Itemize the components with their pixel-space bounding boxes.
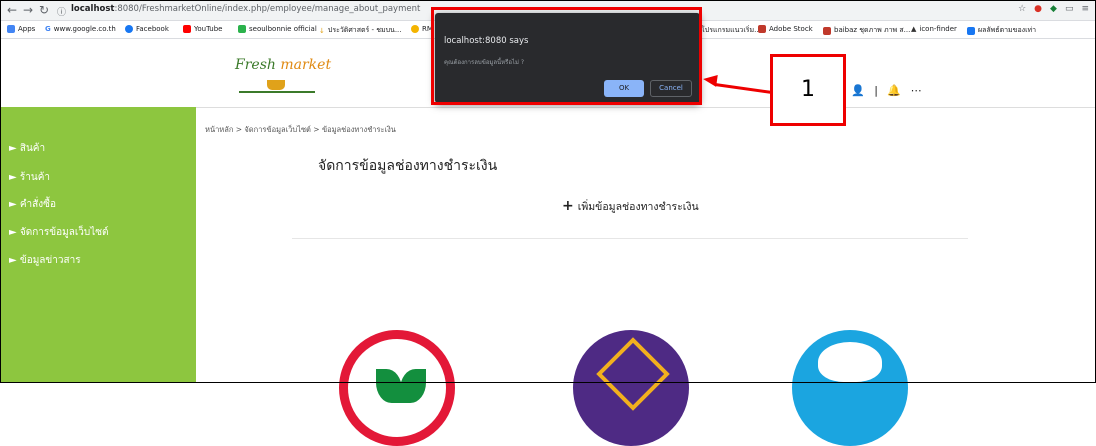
bookmark-history[interactable]: ↓ ประวัติศาสตร์ - ชมบน... [319,25,402,36]
bookmark-youtube[interactable]: YouTube [183,25,222,33]
scb-emblem-icon [596,337,670,411]
page-title: จัดการข้อมูลช่องทางชำระเงิน [318,158,498,174]
apps-icon [7,25,15,33]
facebook-icon [125,25,133,33]
kasikorn-bank-logo[interactable] [339,330,455,446]
sidebar-item-products[interactable]: ► สินค้า [9,141,45,156]
header-user-icons[interactable]: 👤 | 🔔 ⋯ [851,84,925,97]
info-icon[interactable]: ⓘ [57,5,66,18]
sidebar-item-shops[interactable]: ► ร้านค้า [9,170,50,185]
sidebar-item-orders[interactable]: ► คำสั่งซื้อ [9,197,56,212]
adobe-stock-icon [758,25,766,33]
star-icon[interactable]: ☆ [1018,4,1026,14]
krungthai-bank-logo[interactable] [792,330,908,446]
bookmark-misc[interactable]: ผลลัพธ์ตามของเท่า [967,25,1036,36]
plus-icon: + [562,198,574,214]
annotation-callout: 1 [770,54,846,126]
bookmark-seoulbonnie[interactable]: seoulbonnie official [238,25,317,33]
youtube-icon [183,25,191,33]
rm-icon [411,25,419,33]
baibaz-icon [823,26,831,35]
leaf-icon [400,369,426,403]
extension-green-icon[interactable]: ◆ [1050,4,1057,14]
forward-icon[interactable]: → [23,3,33,17]
bookmark-program[interactable]: โปรแกรมแนวเริ่ม... [701,25,761,36]
bookmark-icon-finder[interactable]: ▲ icon-finder [911,25,957,33]
bookmark-history-icon: ↓ [319,26,325,35]
sidebar-item-manage-website[interactable]: ► จัดการข้อมูลเว็บไซต์ [9,225,109,240]
fresh-market-logo[interactable]: Fresh market [229,53,331,99]
breadcrumb[interactable]: หน้าหลัก > จัดการข้อมูลเว็บไซต์ > ข้อมูล… [205,124,396,136]
cast-icon[interactable]: ▭ [1065,4,1074,14]
ktb-emblem-icon [818,342,882,382]
sidebar-item-news[interactable]: ► ข้อมูลข่าวสาร [9,253,81,268]
leaf-icon [376,369,402,403]
extension-red-icon[interactable]: ● [1034,4,1042,14]
bookmark-baibaz[interactable]: baibaz ชุดภาพ ภาพ ส... [823,25,910,36]
bookmark-apps[interactable]: Apps [7,25,35,33]
bookmark-facebook[interactable]: Facebook [125,25,169,33]
add-payment-button[interactable]: + เพิ่มข้อมูลช่องทางชำระเงิน [562,198,699,215]
google-icon: G [45,25,51,33]
scb-bank-logo[interactable] [573,330,689,446]
icon-finder-icon: ▲ [911,25,917,33]
reload-icon[interactable]: ↻ [39,3,49,17]
annotation-highlight-box [431,7,702,105]
bookmark-rm[interactable]: RM [411,25,433,33]
divider [292,238,968,239]
menu-icon[interactable]: ≡ [1081,4,1089,14]
bookmark-adobe-stock[interactable]: Adobe Stock [758,25,813,33]
bookmark-misc-icon [967,26,975,35]
basket-icon [267,80,285,90]
back-icon[interactable]: ← [7,3,17,17]
seoulbonnie-icon [238,25,246,33]
sidebar: ► สินค้า ► ร้านค้า ► คำสั่งซื้อ ► จัดการ… [1,107,196,383]
bookmark-google[interactable]: Gwww.google.co.th [45,25,116,33]
url-field[interactable]: localhost:8080/FreshmarketOnline/index.p… [71,4,420,14]
